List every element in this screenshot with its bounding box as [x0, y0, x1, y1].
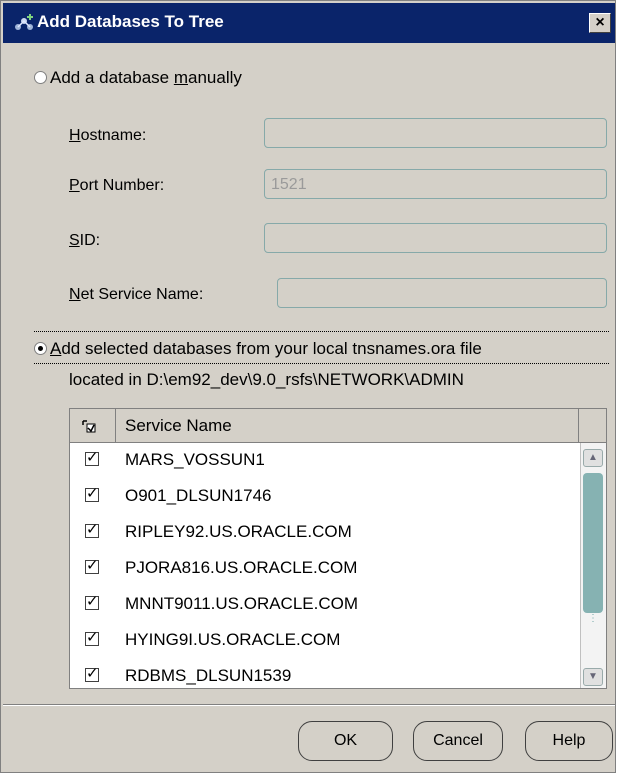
- row-checkbox[interactable]: [85, 448, 99, 466]
- radio-add-from-tnsnames[interactable]: Add selected databases from your local t…: [34, 339, 482, 359]
- radio-manual-label-mnemonic: m: [173, 68, 188, 87]
- radio-add-manually[interactable]: Add a database manually: [34, 68, 242, 88]
- button-bar-divider: [3, 704, 615, 706]
- radio-tns-label-rest: dd selected databases from your local tn…: [61, 339, 482, 358]
- help-button[interactable]: Help: [525, 721, 613, 761]
- table-row[interactable]: PJORA816.US.ORACLE.COM: [70, 551, 580, 587]
- close-icon: ×: [595, 14, 605, 31]
- dialog-title: Add Databases To Tree: [37, 12, 224, 31]
- vertical-scrollbar[interactable]: ▲ ⋮ ▼: [580, 443, 606, 688]
- service-name-table: Service Name MARS_VOSSUN1 O901_DLSUN1746…: [69, 408, 607, 689]
- table-header-corner: [580, 409, 606, 442]
- close-button[interactable]: ×: [589, 13, 611, 33]
- row-checkbox[interactable]: [85, 484, 99, 502]
- service-name-column-header[interactable]: Service Name: [117, 409, 579, 442]
- focus-dotted-top: [34, 331, 609, 332]
- hostname-label: Hostname:: [69, 127, 147, 144]
- service-name-cell: HYING9I.US.ORACLE.COM: [125, 630, 341, 649]
- cancel-button[interactable]: Cancel: [413, 721, 503, 761]
- table-row[interactable]: RDBMS_DLSUN1539: [70, 659, 580, 688]
- sid-label: SID:: [69, 232, 101, 249]
- select-all-checkbox-header[interactable]: [70, 409, 116, 442]
- radio-manual-label-pre: Add a database: [50, 68, 174, 87]
- net-service-name-field[interactable]: [277, 278, 607, 308]
- scrollbar-grip-icon: ⋮: [588, 613, 598, 624]
- scroll-down-arrow-icon[interactable]: ▼: [583, 668, 603, 686]
- table-row[interactable]: MARS_VOSSUN1: [70, 443, 580, 479]
- ok-button[interactable]: OK: [298, 721, 393, 761]
- radio-tns-label-mnemonic: A: [50, 339, 62, 358]
- add-databases-dialog: Add Databases To Tree × Add a database m…: [0, 0, 616, 773]
- sid-field[interactable]: [264, 223, 607, 253]
- table-header: Service Name: [70, 409, 606, 443]
- service-name-cell: RIPLEY92.US.ORACLE.COM: [125, 522, 352, 541]
- row-checkbox[interactable]: [85, 592, 99, 610]
- scrollbar-thumb[interactable]: [583, 473, 603, 613]
- radio-manual-label-post: anually: [188, 68, 242, 87]
- service-name-cell: MARS_VOSSUN1: [125, 450, 265, 469]
- radio-button-manual[interactable]: [34, 71, 47, 84]
- row-checkbox[interactable]: [85, 520, 99, 538]
- table-row[interactable]: HYING9I.US.ORACLE.COM: [70, 623, 580, 659]
- row-checkbox[interactable]: [85, 664, 99, 682]
- database-tree-icon: [15, 14, 33, 30]
- tnsnames-location-text: located in D:\em92_dev\9.0_rsfs\NETWORK\…: [69, 370, 464, 389]
- port-number-field[interactable]: 1521: [264, 169, 607, 199]
- scroll-up-arrow-icon[interactable]: ▲: [583, 449, 603, 467]
- focus-dotted-bottom: [34, 363, 609, 364]
- table-rows: MARS_VOSSUN1 O901_DLSUN1746 RIPLEY92.US.…: [70, 443, 580, 688]
- hostname-field[interactable]: [264, 118, 607, 148]
- net-service-name-label: Net Service Name:: [69, 286, 204, 303]
- row-checkbox[interactable]: [85, 556, 99, 574]
- service-name-cell: PJORA816.US.ORACLE.COM: [125, 558, 358, 577]
- row-checkbox[interactable]: [85, 628, 99, 646]
- table-row[interactable]: RIPLEY92.US.ORACLE.COM: [70, 515, 580, 551]
- service-name-cell: MNNT9011.US.ORACLE.COM: [125, 594, 359, 613]
- select-all-icon: [82, 420, 96, 433]
- title-bar[interactable]: Add Databases To Tree ×: [3, 3, 615, 43]
- port-number-label: Port Number:: [69, 177, 165, 194]
- table-row[interactable]: MNNT9011.US.ORACLE.COM: [70, 587, 580, 623]
- service-name-cell: O901_DLSUN1746: [125, 486, 272, 505]
- table-row[interactable]: O901_DLSUN1746: [70, 479, 580, 515]
- service-name-cell: RDBMS_DLSUN1539: [125, 666, 292, 685]
- radio-button-tnsnames[interactable]: [34, 342, 47, 355]
